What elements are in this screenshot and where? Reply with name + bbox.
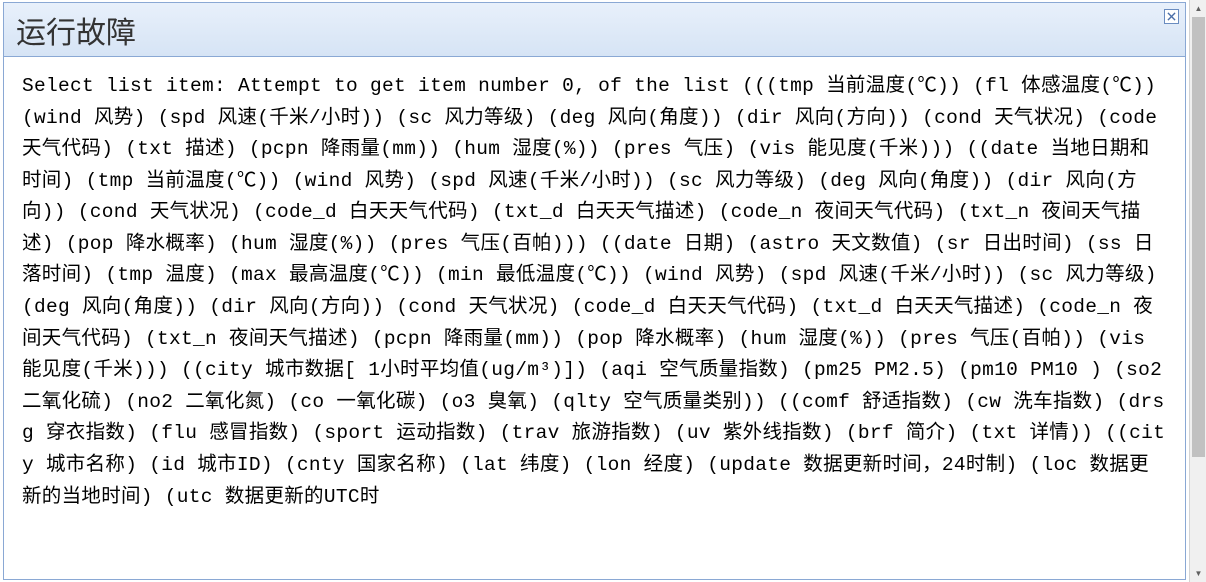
- scrollbar-thumb[interactable]: [1192, 17, 1205, 457]
- scrollbar-arrow-up-icon[interactable]: ▲: [1190, 0, 1206, 17]
- scrollbar-arrow-down-icon[interactable]: ▼: [1190, 565, 1206, 582]
- error-dialog: 运行故障 Select list item: Attempt to get it…: [3, 2, 1186, 580]
- close-button[interactable]: [1164, 9, 1179, 24]
- scrollbar-vertical[interactable]: ▲ ▼: [1189, 0, 1206, 582]
- dialog-title: 运行故障: [16, 8, 136, 52]
- close-icon: [1167, 12, 1176, 21]
- dialog-header: 运行故障: [4, 3, 1185, 57]
- error-message: Select list item: Attempt to get item nu…: [4, 57, 1185, 527]
